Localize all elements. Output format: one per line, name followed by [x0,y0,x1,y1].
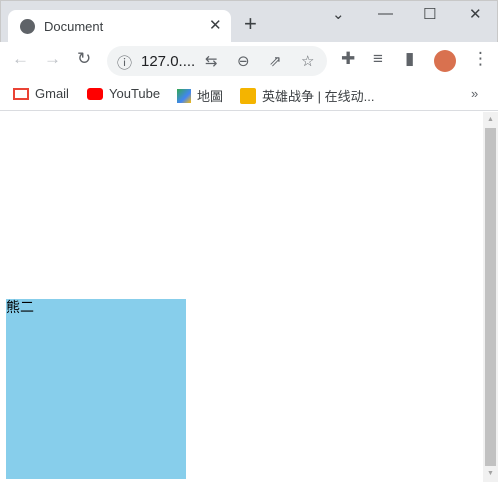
media-icon[interactable]: ≡ [373,50,383,67]
tab-search-icon[interactable]: ⌄ [332,5,345,23]
title-bar: Document ✕ + ⌄ — ☐ ✕ [0,0,498,44]
star-icon[interactable]: ☆ [301,52,314,70]
scroll-down-arrow[interactable]: ▼ [487,470,494,477]
close-window-button[interactable]: ✕ [469,5,482,23]
bookmarks-more-button[interactable]: » [471,86,478,101]
page-content: 熊二 [0,112,483,482]
url-text[interactable]: 127.0.... [141,53,195,70]
maximize-button[interactable]: ☐ [423,5,436,23]
bookmark-gmail[interactable]: Gmail [13,86,69,101]
bookmark-game[interactable]: 英雄战争 | 在线动... [240,86,374,105]
maps-icon [177,88,191,103]
tab-close-icon[interactable]: ✕ [209,16,222,34]
extensions-icon[interactable]: ✚ [341,50,355,67]
bookmarks-bar: Gmail YouTube 地圖 英雄战争 | 在线动... » [0,80,498,111]
gmail-icon [13,87,29,100]
reload-button[interactable]: ↻ [77,50,91,67]
tab-document[interactable]: Document ✕ [8,10,231,44]
forward-button[interactable]: → [44,50,61,67]
vertical-scrollbar[interactable]: ▲ ▼ [483,112,498,482]
game-icon [240,87,256,104]
globe-icon [20,19,35,34]
new-tab-button[interactable]: + [244,13,257,35]
share-icon[interactable]: ⇗ [269,52,282,70]
menu-icon[interactable]: ⋮ [472,50,489,67]
side-panel-icon[interactable]: ▮ [405,50,414,67]
bookmark-youtube[interactable]: YouTube [87,86,160,101]
address-bar[interactable]: ⓘ 127.0.... ⇆ ⊖ ⇗ ☆ [107,46,327,76]
blue-box: 熊二 [6,299,186,479]
youtube-icon [87,87,103,100]
info-icon[interactable]: ⓘ [117,52,132,73]
scrollbar-thumb[interactable] [485,128,496,466]
translate-icon[interactable]: ⇆ [205,52,218,70]
minimize-button[interactable]: — [378,5,393,22]
bookmark-maps[interactable]: 地圖 [177,86,223,105]
zoom-icon[interactable]: ⊖ [237,52,250,70]
scroll-up-arrow[interactable]: ▲ [487,116,494,123]
toolbar: ← → ↻ ⓘ 127.0.... ⇆ ⊖ ⇗ ☆ ✚ ≡ ▮ ⋮ [0,42,498,80]
profile-avatar[interactable] [434,50,456,72]
tab-title: Document [44,19,104,34]
back-button[interactable]: ← [12,50,29,67]
